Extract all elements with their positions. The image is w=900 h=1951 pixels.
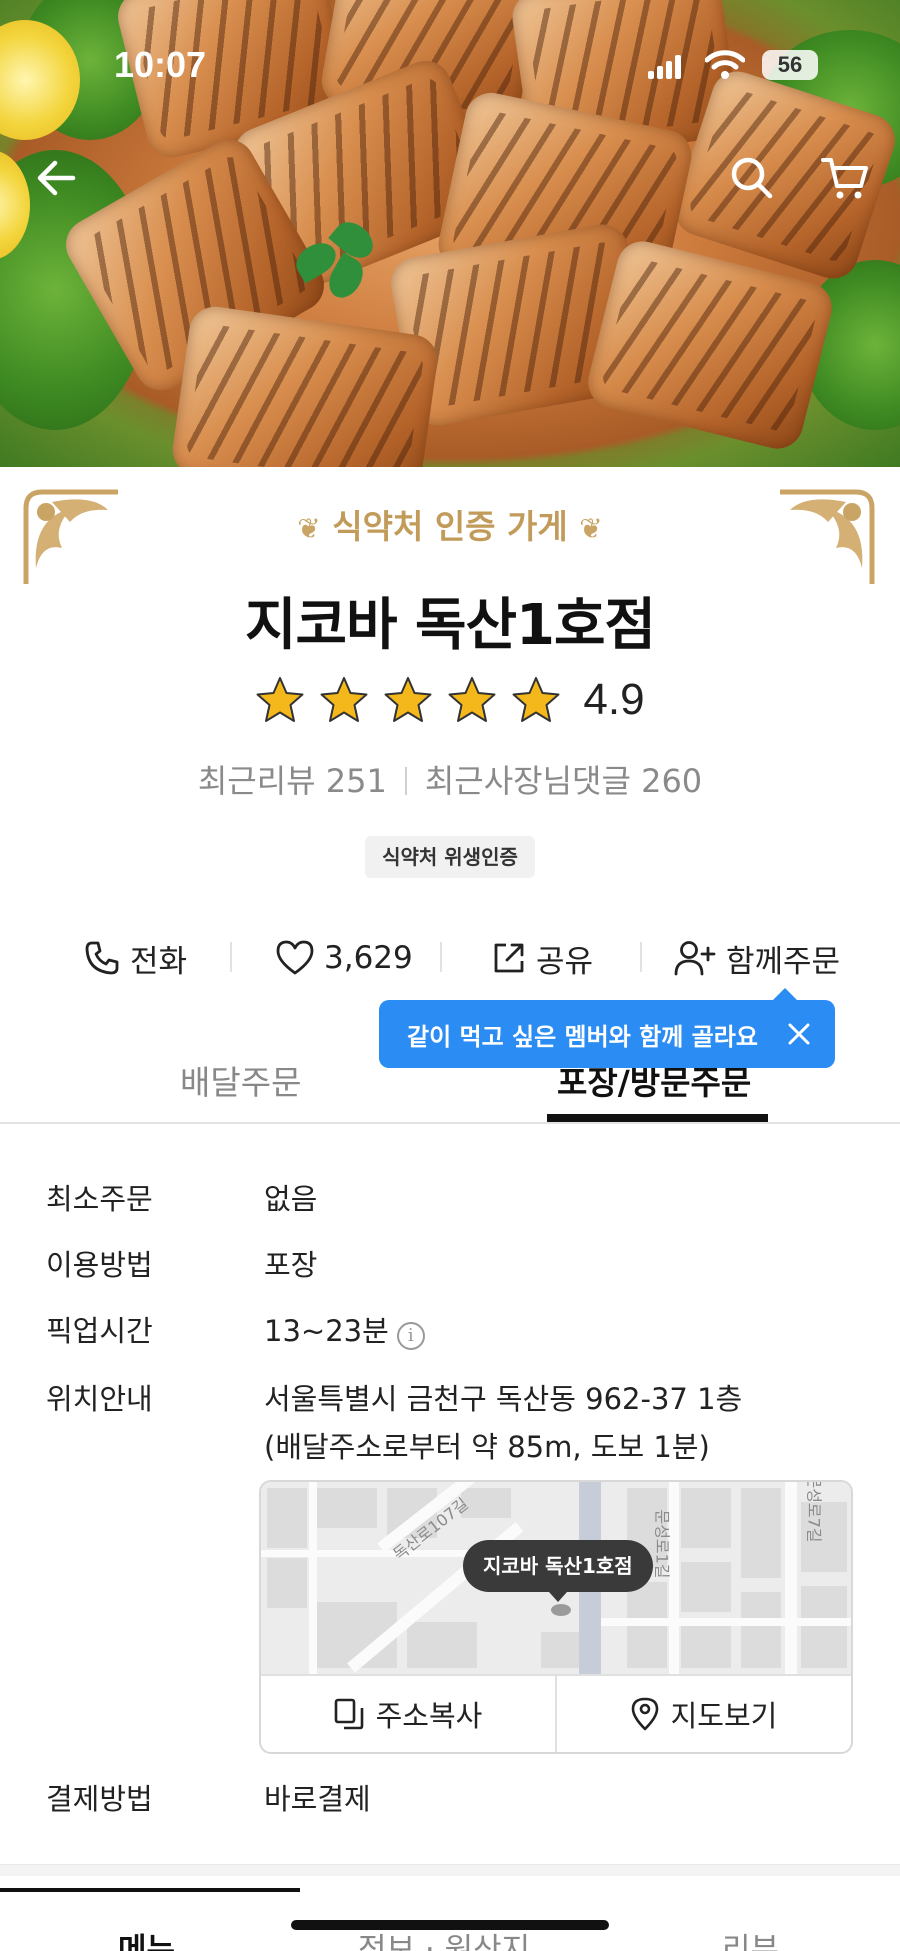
tooltip-close-icon[interactable]: [785, 1020, 813, 1048]
min-order-label: 최소주문: [46, 1182, 153, 1216]
group-order-label: 함께주문: [726, 943, 841, 980]
store-map-card: 독산로107길 문성로1길 문성로7길 지코바 독산1호점 주소복사 지도보기: [259, 1480, 853, 1754]
star-icon: [320, 677, 368, 722]
group-order-tooltip: 같이 먹고 싶은 멤버와 함께 골라요: [379, 988, 835, 1068]
cart-icon: [821, 158, 868, 199]
battery-icon: 56: [762, 50, 818, 80]
back-arrow-icon: [37, 160, 76, 196]
info-icon[interactable]: i: [396, 1322, 425, 1350]
location-label: 위치안내: [46, 1382, 153, 1416]
laurel-left-icon: ❦: [297, 512, 321, 545]
share-label: 공유: [536, 943, 594, 980]
pickup-time-row: 13~23분 i: [264, 1308, 425, 1350]
status-time: 10:07: [114, 44, 207, 85]
certification-label: ❦ 식약처 인증 가게 ❦: [0, 500, 900, 548]
rating-value: 4.9: [583, 675, 645, 724]
review-stats: 최근리뷰 251 최근사장님댓글 260: [0, 756, 900, 802]
owner-replies-link[interactable]: 최근사장님댓글 260: [425, 762, 702, 800]
payment-value: 바로결제: [264, 1782, 371, 1816]
copy-address-button[interactable]: 주소복사: [261, 1676, 555, 1752]
view-map-label: 지도보기: [670, 1699, 778, 1733]
address-line1: 서울특별시 금천구 독산동 962-37 1층: [264, 1382, 743, 1416]
star-icon: [384, 677, 432, 722]
tab-delivery[interactable]: 배달주문: [180, 1056, 301, 1104]
call-button[interactable]: 전화: [84, 930, 187, 986]
address-line2: (배달주소로부터 약 85m, 도보 1분): [264, 1430, 710, 1464]
map-view[interactable]: 독산로107길 문성로1길 문성로7길 지코바 독산1호점: [261, 1482, 851, 1674]
back-button[interactable]: [26, 148, 86, 208]
copy-icon: [334, 1698, 363, 1730]
cart-button[interactable]: [815, 148, 875, 208]
recent-reviews-link[interactable]: 최근리뷰 251: [198, 762, 387, 800]
certification-text: 식약처 인증 가게: [332, 507, 568, 546]
view-map-button[interactable]: 지도보기: [555, 1676, 851, 1752]
add-user-icon: [674, 941, 716, 976]
status-bar: 10:07 56: [0, 0, 900, 120]
store-content-tabs: 메뉴 정보 · 원산지 리뷰: [0, 1876, 900, 1951]
store-name: 지코바 독산1호점: [244, 593, 656, 658]
star-icon: [512, 677, 560, 722]
min-order-value: 없음: [264, 1182, 318, 1216]
tab-reviews[interactable]: 리뷰: [722, 1924, 779, 1951]
cellular-signal-icon: [648, 55, 682, 79]
location-pin-icon: [631, 1697, 658, 1731]
rating-row: 4.9: [0, 675, 900, 725]
map-pin-label: 지코바 독산1호점: [463, 1540, 653, 1602]
pickup-time-label: 픽업시간: [46, 1314, 153, 1348]
likes-count: 3,629: [324, 940, 413, 976]
home-indicator[interactable]: [291, 1920, 609, 1930]
section-divider: [0, 1864, 900, 1876]
like-button[interactable]: 3,629: [276, 930, 413, 986]
map-street-label: 문성로7길: [804, 1482, 824, 1543]
wifi-icon: [705, 50, 745, 79]
hygiene-badge[interactable]: 식약처 위생인증: [365, 836, 535, 878]
share-button[interactable]: 공유: [492, 930, 593, 986]
copy-address-label: 주소복사: [375, 1699, 483, 1733]
active-tab-indicator: [547, 1114, 768, 1122]
group-order-button[interactable]: 함께주문: [674, 930, 840, 986]
tooltip-text: 같이 먹고 싶은 멤버와 함께 골라요: [407, 1022, 758, 1051]
share-icon: [494, 943, 524, 973]
tab-menu[interactable]: 메뉴: [118, 1924, 175, 1951]
map-street-label: 문성로1길: [652, 1509, 672, 1579]
map-location-marker: [551, 1604, 571, 1616]
payment-label: 결제방법: [46, 1782, 153, 1816]
laurel-right-icon: ❦: [579, 512, 603, 545]
star-icon: [448, 677, 496, 722]
phone-icon: [85, 941, 119, 975]
method-label: 이용방법: [46, 1248, 153, 1282]
heart-icon: [276, 940, 314, 975]
search-button[interactable]: [722, 148, 782, 208]
star-icon: [256, 677, 304, 722]
map-actions: 주소복사 지도보기: [261, 1674, 851, 1752]
call-label: 전화: [130, 943, 188, 980]
method-value: 포장: [264, 1248, 318, 1282]
pickup-time-value: 13~23분: [264, 1314, 389, 1348]
search-icon: [731, 157, 773, 199]
